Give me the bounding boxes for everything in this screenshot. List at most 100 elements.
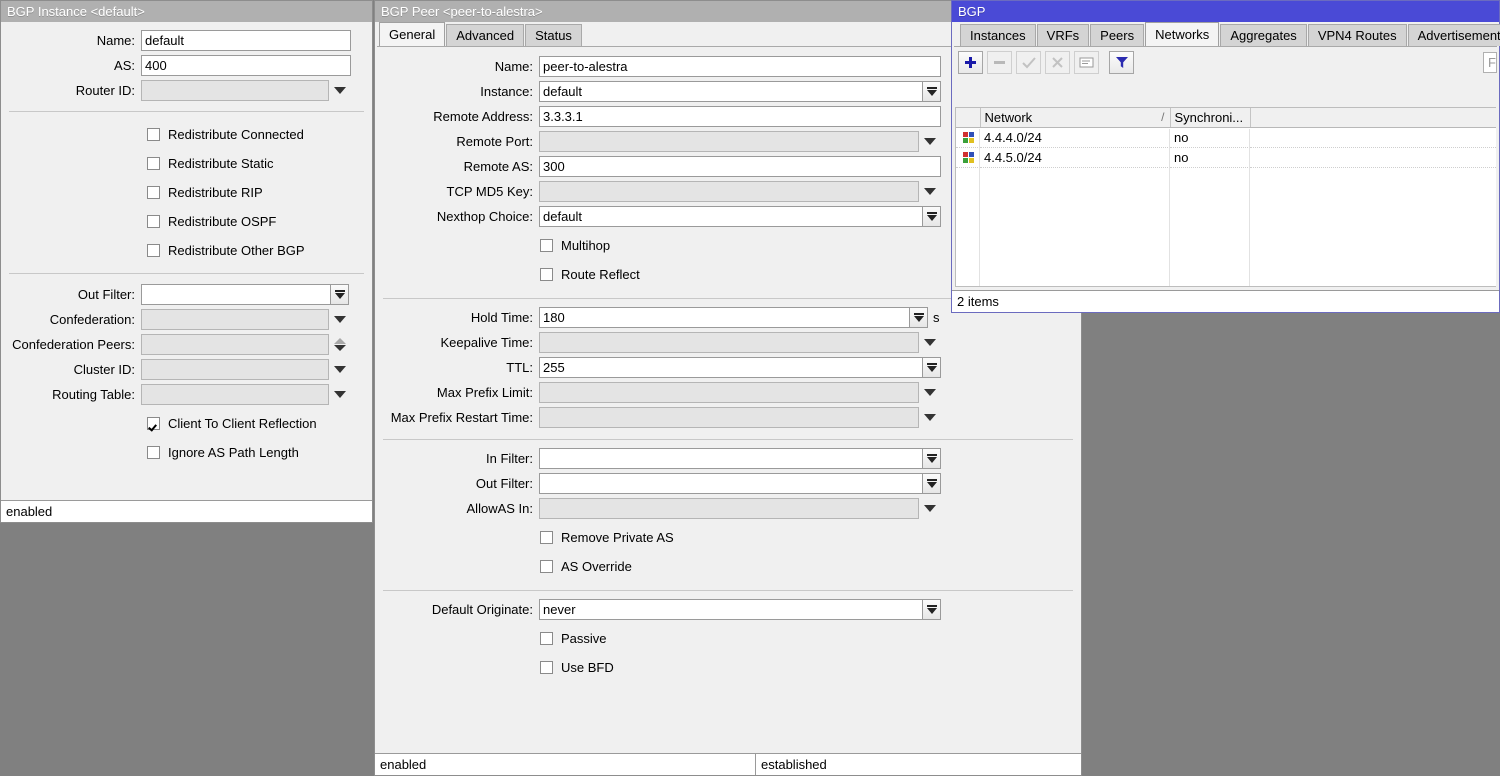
cell-filler [1250,128,1496,148]
redistribute-connected-checkbox[interactable] [147,128,160,141]
remote-address-input[interactable]: 3.3.3.1 [539,106,941,127]
confederation-peers-input[interactable] [141,334,329,355]
remove-private-as-checkbox[interactable] [540,531,553,544]
tab-instances[interactable]: Instances [960,24,1036,46]
max-prefix-restart-time-dropdown-arrow-icon[interactable] [919,407,941,428]
confederation-input[interactable] [141,309,329,330]
hold-time-input[interactable]: 180 [539,307,910,328]
cell-filler [1250,148,1496,168]
find-input[interactable]: F [1483,52,1497,73]
allowas-in-input[interactable] [539,498,919,519]
default-originate-input[interactable]: never [539,599,923,620]
tab-status[interactable]: Status [525,24,582,46]
add-button[interactable] [958,51,983,74]
confederation-peers-spinner-icon[interactable] [329,334,351,355]
checkbox-row-redistribute-other-bgp[interactable]: Redistribute Other BGP [147,236,372,265]
checkbox-row-remove-private-as[interactable]: Remove Private AS [540,523,1081,552]
peer-timers-fields: Hold Time: 180 s Keepalive Time: TTL: 25… [375,303,1081,430]
ignore-as-path-length-checkbox[interactable] [147,446,160,459]
tab-advertisements[interactable]: Advertisements [1408,24,1500,46]
checkbox-row-ignore-as-path-length[interactable]: Ignore AS Path Length [147,438,372,467]
disable-button[interactable] [1045,51,1070,74]
checkbox-row-client-to-client-reflection[interactable]: Client To Client Reflection [147,409,372,438]
bgp-window[interactable]: BGP Instances VRFs Peers Networks Aggreg… [951,0,1500,313]
redistribute-other-bgp-checkbox[interactable] [147,244,160,257]
use-bfd-checkbox[interactable] [540,661,553,674]
ttl-input[interactable]: 255 [539,357,923,378]
allowas-in-dropdown-arrow-icon[interactable] [919,498,941,519]
routing-table-input[interactable] [141,384,329,405]
in-filter-input[interactable] [539,448,923,469]
max-prefix-restart-time-input[interactable] [539,407,919,428]
instance-dropdown-button[interactable] [922,81,941,102]
out-filter-input[interactable] [141,284,331,305]
keepalive-time-dropdown-arrow-icon[interactable] [919,332,941,353]
tab-peers[interactable]: Peers [1090,24,1144,46]
nexthop-choice-input[interactable]: default [539,206,923,227]
field-row-keepalive-time: Keepalive Time: [375,330,1081,355]
tab-advanced[interactable]: Advanced [446,24,524,46]
remote-port-input[interactable] [539,131,919,152]
instance-input[interactable]: default [539,81,923,102]
tab-aggregates[interactable]: Aggregates [1220,24,1307,46]
multihop-label: Multihop [561,238,610,253]
remove-button[interactable] [987,51,1012,74]
column-header-network[interactable]: Network / [980,108,1170,128]
redistribute-rip-checkbox[interactable] [147,186,160,199]
comment-button[interactable] [1074,51,1099,74]
confederation-dropdown-arrow-icon[interactable] [329,309,351,330]
multihop-checkbox[interactable] [540,239,553,252]
table-row[interactable]: 4.4.4.0/24 no [956,128,1496,148]
ttl-dropdown-button[interactable] [922,357,941,378]
bgp-window-titlebar[interactable]: BGP [952,1,1499,22]
peer-out-filter-input[interactable] [539,473,923,494]
router-id-input[interactable] [141,80,329,101]
out-filter-dropdown-button[interactable] [330,284,349,305]
as-input[interactable]: 400 [141,55,351,76]
label-out-filter: Out Filter: [1,287,141,302]
passive-checkbox[interactable] [540,632,553,645]
peer-checks-group-2: Remove Private AS AS Override [375,521,1081,581]
remote-as-input[interactable]: 300 [539,156,941,177]
router-id-dropdown-arrow-icon[interactable] [329,80,351,101]
cell-synchronize: no [1170,148,1250,168]
name-input[interactable]: default [141,30,351,51]
checkbox-row-passive[interactable]: Passive [540,624,1081,653]
client-to-client-reflection-checkbox[interactable] [147,417,160,430]
max-prefix-limit-input[interactable] [539,382,919,403]
bgp-instance-window[interactable]: BGP Instance <default> Name: default AS:… [0,0,373,523]
column-header-synchronize[interactable]: Synchroni... [1170,108,1250,128]
tcp-md5-key-input[interactable] [539,181,919,202]
redistribute-ospf-checkbox[interactable] [147,215,160,228]
checkbox-row-as-override[interactable]: AS Override [540,552,1081,581]
keepalive-time-input[interactable] [539,332,919,353]
cluster-id-dropdown-arrow-icon[interactable] [329,359,351,380]
tcp-md5-key-dropdown-arrow-icon[interactable] [919,181,941,202]
routing-table-dropdown-arrow-icon[interactable] [329,384,351,405]
hold-time-dropdown-button[interactable] [909,307,928,328]
max-prefix-limit-dropdown-arrow-icon[interactable] [919,382,941,403]
cluster-id-input[interactable] [141,359,329,380]
default-originate-dropdown-button[interactable] [922,599,941,620]
tab-vpn4-routes[interactable]: VPN4 Routes [1308,24,1407,46]
tab-general[interactable]: General [379,22,445,46]
as-override-checkbox[interactable] [540,560,553,573]
checkbox-row-redistribute-rip[interactable]: Redistribute RIP [147,178,372,207]
checkbox-row-redistribute-connected[interactable]: Redistribute Connected [147,120,372,149]
peer-name-input[interactable]: peer-to-alestra [539,56,941,77]
tab-vrfs[interactable]: VRFs [1037,24,1090,46]
table-row[interactable]: 4.4.5.0/24 no [956,148,1496,168]
redistribute-static-checkbox[interactable] [147,157,160,170]
in-filter-dropdown-button[interactable] [922,448,941,469]
remote-port-dropdown-arrow-icon[interactable] [919,131,941,152]
checkbox-row-redistribute-static[interactable]: Redistribute Static [147,149,372,178]
bgp-instance-titlebar[interactable]: BGP Instance <default> [1,1,372,22]
enable-button[interactable] [1016,51,1041,74]
route-reflect-checkbox[interactable] [540,268,553,281]
peer-out-filter-dropdown-button[interactable] [922,473,941,494]
filter-button[interactable] [1109,51,1134,74]
checkbox-row-redistribute-ospf[interactable]: Redistribute OSPF [147,207,372,236]
tab-networks[interactable]: Networks [1145,22,1219,46]
checkbox-row-use-bfd[interactable]: Use BFD [540,653,1081,682]
nexthop-choice-dropdown-button[interactable] [922,206,941,227]
